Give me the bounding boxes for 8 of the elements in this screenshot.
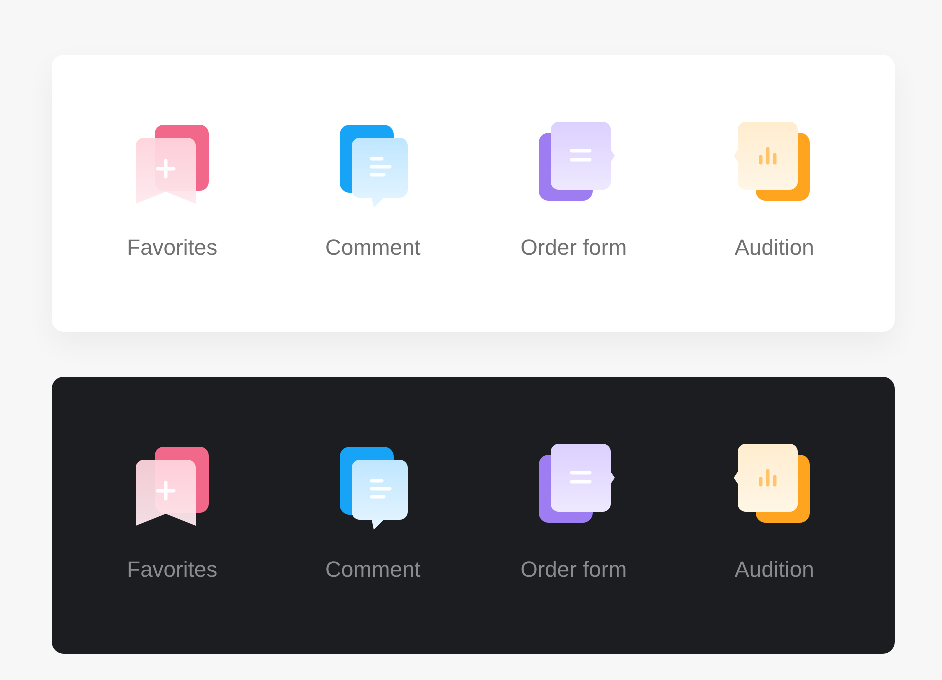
icon-label: Audition: [734, 556, 814, 582]
icon-label: Order form: [520, 556, 628, 582]
icon-label: Audition: [734, 234, 814, 260]
icon-label: Order form: [520, 234, 628, 260]
icon-label: Favorites: [127, 556, 218, 582]
icon-label: Comment: [325, 556, 421, 582]
icon-label: Comment: [325, 234, 421, 260]
icon-label: Favorites: [127, 234, 218, 260]
